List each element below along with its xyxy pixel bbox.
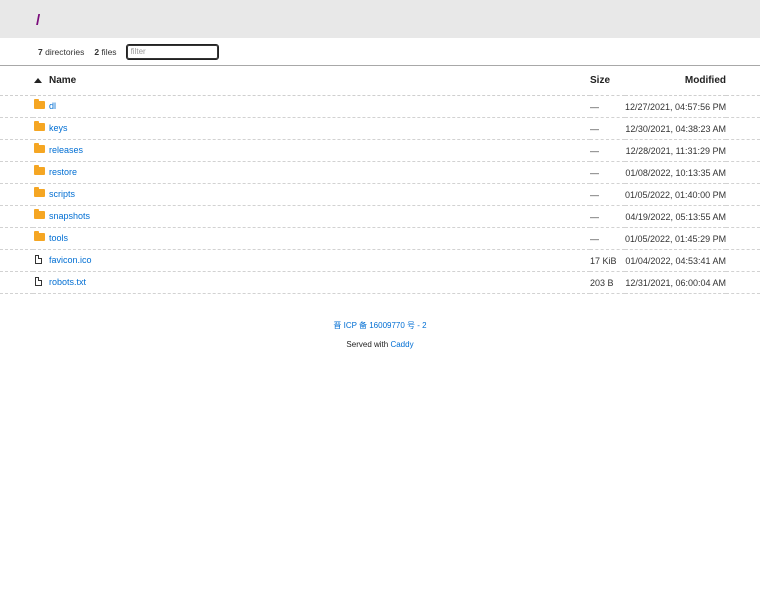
file-name: releases (49, 145, 84, 155)
table-row: scripts —01/05/2022, 01:40:00 PM (0, 183, 760, 206)
file-modified: 01/05/2022, 01:40:00 PM (625, 183, 726, 206)
table-row: keys —12/30/2021, 04:38:23 AM (0, 117, 760, 140)
file-modified: 12/30/2021, 04:38:23 AM (625, 117, 726, 140)
file-link[interactable]: favicon.ico (33, 255, 92, 265)
directory-count: 7 directories (38, 46, 85, 57)
caddy-link[interactable]: Caddy (390, 340, 413, 349)
listing-summary: 7 directories 2 files (0, 38, 760, 66)
table-header-row: Name Size Modified (0, 66, 760, 96)
served-with-line: Served with Caddy (346, 340, 414, 349)
column-header-modified[interactable]: Modified (625, 66, 726, 96)
file-modified: 04/19/2022, 05:13:55 AM (625, 205, 726, 228)
file-icon (35, 277, 42, 287)
column-header-size[interactable]: Size (590, 66, 625, 96)
folder-icon (34, 165, 45, 175)
page-header: / (0, 0, 760, 38)
folder-icon (34, 209, 45, 219)
file-size: — (590, 117, 625, 140)
file-link[interactable]: tools (33, 231, 69, 243)
file-link[interactable]: restore (33, 165, 78, 177)
breadcrumb-root-link[interactable]: / (36, 12, 40, 29)
table-row: robots.txt 203 B 12/31/2021, 06:00:04 AM (0, 271, 760, 294)
file-size: 203 B (590, 271, 625, 294)
file-name: tools (49, 233, 69, 243)
file-link[interactable]: scripts (33, 187, 76, 199)
file-size: — (590, 205, 625, 228)
file-size: — (590, 139, 625, 162)
table-row: tools —01/05/2022, 01:45:29 PM (0, 227, 760, 250)
table-row: dl —12/27/2021, 04:57:56 PM (0, 95, 760, 118)
file-link[interactable]: robots.txt (33, 277, 86, 287)
file-size: — (590, 95, 625, 118)
file-link[interactable]: releases (33, 143, 84, 155)
table-row: favicon.ico 17 KiB 01/04/2022, 04:53:41 AM (0, 249, 760, 272)
table-row: snapshots —04/19/2022, 05:13:55 AM (0, 205, 760, 228)
sort-asc-icon (34, 78, 42, 83)
file-link[interactable]: snapshots (33, 209, 91, 221)
page-footer: 晋 ICP 备 16009770 号 - 2 Served with Caddy (0, 320, 760, 349)
file-size: 17 KiB (590, 249, 625, 272)
file-name: snapshots (49, 211, 91, 221)
file-modified: 12/31/2021, 06:00:04 AM (625, 271, 726, 294)
folder-icon (34, 121, 45, 131)
file-modified: 01/08/2022, 10:13:35 AM (625, 161, 726, 184)
file-count: 2 files (94, 46, 117, 57)
table-row: releases —12/28/2021, 11:31:29 PM (0, 139, 760, 162)
column-header-name[interactable]: Name (33, 66, 590, 96)
file-name: favicon.ico (49, 254, 92, 265)
file-listing-table: Name Size Modified dl —12/27/2021, 04:57:… (0, 66, 760, 294)
file-size: — (590, 227, 625, 250)
file-modified: 12/27/2021, 04:57:56 PM (625, 95, 726, 118)
folder-icon (34, 143, 45, 153)
folder-icon (34, 187, 45, 197)
file-size: — (590, 161, 625, 184)
file-modified: 01/04/2022, 04:53:41 AM (625, 249, 726, 272)
file-link[interactable]: keys (33, 121, 68, 133)
file-name: keys (49, 123, 68, 133)
file-modified: 12/28/2021, 11:31:29 PM (625, 139, 726, 162)
file-size: — (590, 183, 625, 206)
table-row: restore —01/08/2022, 10:13:35 AM (0, 161, 760, 184)
file-name: restore (49, 167, 78, 177)
filter-input[interactable] (125, 43, 219, 60)
icp-link[interactable]: 晋 ICP 备 16009770 号 - 2 (333, 321, 426, 330)
breadcrumb: / (36, 0, 760, 30)
file-name: dl (49, 101, 57, 111)
folder-icon (34, 99, 45, 109)
file-icon (35, 255, 42, 265)
file-modified: 01/05/2022, 01:45:29 PM (625, 227, 726, 250)
file-link[interactable]: dl (33, 99, 57, 111)
file-name: robots.txt (49, 276, 87, 287)
file-name: scripts (49, 189, 76, 199)
folder-icon (34, 231, 45, 241)
